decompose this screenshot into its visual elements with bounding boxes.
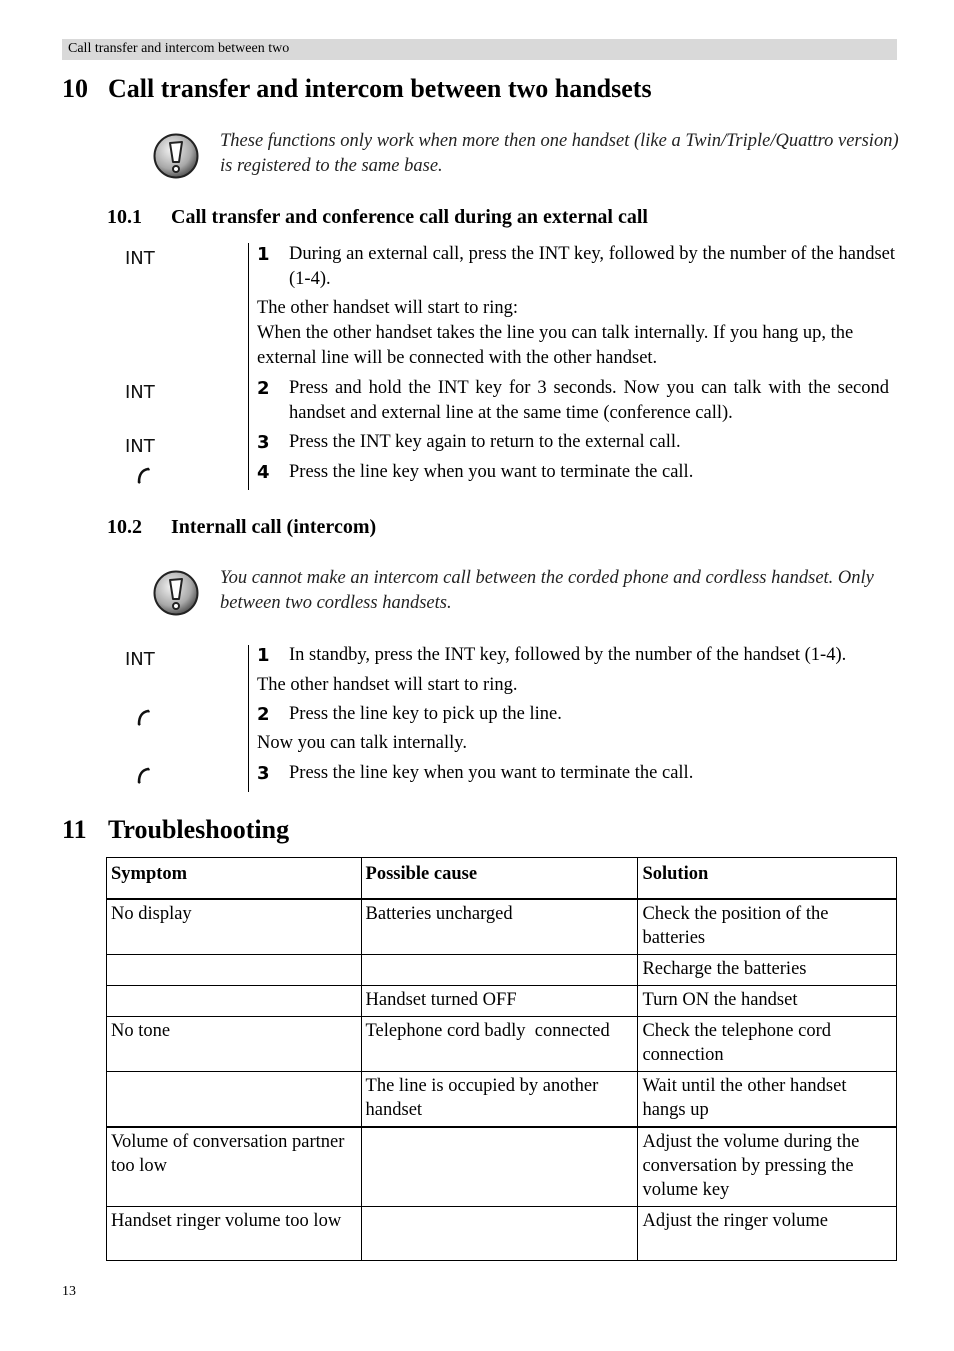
subsection-10-2-heading: 10.2 Internall call (intercom) bbox=[107, 516, 376, 539]
table-row: No display Batteries uncharged Check the… bbox=[106, 898, 897, 955]
int-key-label: INT bbox=[125, 248, 155, 269]
step-number: 2 bbox=[257, 704, 270, 725]
table-row: The line is occupied by another handset … bbox=[106, 1071, 897, 1128]
section-title: Troubleshooting bbox=[108, 815, 290, 844]
step-text: Press the line key to pick up the line. bbox=[289, 704, 562, 724]
troubleshooting-table: Symptom Possible cause Solution No displ… bbox=[106, 857, 897, 1261]
cause-cell bbox=[360, 954, 639, 986]
exclamation-warning-icon bbox=[153, 570, 199, 616]
paragraph: When the other handset takes the line yo… bbox=[257, 323, 854, 368]
step-text: Press the line key when you want to term… bbox=[289, 763, 694, 783]
table-row: No tone Telephone cord badly connected C… bbox=[106, 1016, 897, 1072]
solution-cell: Recharge the batteries bbox=[637, 954, 897, 986]
symptom-cell: Volume of conversation partner too low bbox=[106, 1126, 362, 1207]
subsection-title: Internall call (intercom) bbox=[171, 516, 377, 538]
int-key-label: INT bbox=[125, 649, 155, 670]
paragraph: The other handset will start to ring. bbox=[257, 675, 518, 695]
cause-cell bbox=[360, 1126, 639, 1207]
symptom-cell: No tone bbox=[106, 1016, 362, 1072]
column-header: Symptom bbox=[106, 857, 362, 900]
running-header-text: Call transfer and intercom between two bbox=[68, 41, 290, 56]
paragraph: The other handset will start to ring: bbox=[257, 298, 518, 318]
column-divider bbox=[248, 243, 249, 490]
symptom-cell bbox=[106, 1071, 362, 1128]
int-key-label: INT bbox=[125, 436, 155, 457]
step-text: In standby, press the INT key, followed … bbox=[289, 645, 847, 665]
cause-cell bbox=[360, 1206, 639, 1261]
note-text: These functions only work when more then… bbox=[220, 131, 899, 176]
solution-cell: Check the telephone cord connection bbox=[637, 1016, 897, 1072]
table-row: Handset turned OFF Turn ON the handset bbox=[106, 985, 897, 1017]
step-text: Press and hold the INT key for 3 seconds… bbox=[289, 378, 889, 423]
step-3: 3 Press the line key when you want to te… bbox=[257, 761, 897, 786]
step-number: 1 bbox=[257, 244, 270, 265]
table-row: Recharge the batteries bbox=[106, 954, 897, 986]
symptom-cell bbox=[106, 985, 362, 1017]
symptom-cell: No display bbox=[106, 898, 362, 955]
line-key-phone-icon bbox=[137, 767, 150, 784]
running-header: Call transfer and intercom between two bbox=[62, 39, 897, 60]
step-text: Press the INT key again to return to the… bbox=[289, 432, 681, 452]
cause-cell: The line is occupied by another handset bbox=[360, 1071, 639, 1128]
solution-cell: Adjust the volume during the conversatio… bbox=[637, 1126, 897, 1207]
line-key-phone-icon bbox=[137, 709, 150, 726]
section-10-heading: 10 Call transfer and intercom between two… bbox=[62, 74, 652, 104]
page-number: 13 bbox=[62, 1284, 76, 1299]
step-number: 1 bbox=[257, 645, 270, 666]
symptom-cell: Handset ringer volume too low bbox=[106, 1206, 362, 1261]
paragraph: Now you can talk internally. bbox=[257, 733, 467, 753]
step-1: 1 In standby, press the INT key, followe… bbox=[257, 643, 897, 668]
section-number: 11 bbox=[62, 815, 87, 844]
section-title: Call transfer and intercom between two h… bbox=[108, 74, 652, 103]
note-text: You cannot make an intercom call between… bbox=[220, 568, 874, 613]
step-number: 4 bbox=[257, 462, 270, 483]
section-11-heading: 11 Troubleshooting bbox=[62, 815, 289, 845]
cause-cell: Telephone cord badly connected bbox=[360, 1016, 639, 1072]
symptom-cell bbox=[106, 954, 362, 986]
solution-cell: Wait until the other handset hangs up bbox=[637, 1071, 897, 1128]
cause-cell: Batteries uncharged bbox=[360, 898, 639, 955]
step-number: 2 bbox=[257, 378, 270, 399]
step-text: During an external call, press the INT k… bbox=[289, 244, 895, 289]
step-4: 4 Press the line key when you want to te… bbox=[257, 460, 897, 485]
solution-cell: Adjust the ringer volume bbox=[637, 1206, 897, 1261]
solution-cell: Turn ON the handset bbox=[637, 985, 897, 1017]
table-header-row: Symptom Possible cause Solution bbox=[106, 857, 897, 900]
step-2: 2 Press the line key to pick up the line… bbox=[257, 702, 897, 727]
exclamation-warning-icon bbox=[153, 133, 199, 179]
column-header: Solution bbox=[637, 857, 897, 900]
int-key-label: INT bbox=[125, 382, 155, 403]
step-1: 1 During an external call, press the INT… bbox=[257, 242, 897, 292]
step-3: 3 Press the INT key again to return to t… bbox=[257, 430, 897, 455]
column-header: Possible cause bbox=[360, 857, 639, 900]
table-row: Handset ringer volume too low Adjust the… bbox=[106, 1206, 897, 1261]
subsection-10-1-heading: 10.1 Call transfer and conference call du… bbox=[107, 206, 648, 229]
subsection-title: Call transfer and conference call during… bbox=[171, 206, 648, 228]
step-2: 2 Press and hold the INT key for 3 secon… bbox=[257, 376, 897, 426]
step-number: 3 bbox=[257, 432, 270, 453]
step-number: 3 bbox=[257, 763, 270, 784]
solution-cell: Check the position of the batteries bbox=[637, 898, 897, 955]
line-key-phone-icon bbox=[137, 467, 150, 484]
cause-cell: Handset turned OFF bbox=[360, 985, 639, 1017]
table-row: Volume of conversation partner too low A… bbox=[106, 1126, 897, 1207]
step-text: Press the line key when you want to term… bbox=[289, 462, 694, 482]
subsection-number: 10.1 bbox=[107, 206, 142, 228]
section-number: 10 bbox=[62, 74, 88, 103]
column-divider bbox=[248, 645, 249, 792]
subsection-number: 10.2 bbox=[107, 516, 142, 538]
